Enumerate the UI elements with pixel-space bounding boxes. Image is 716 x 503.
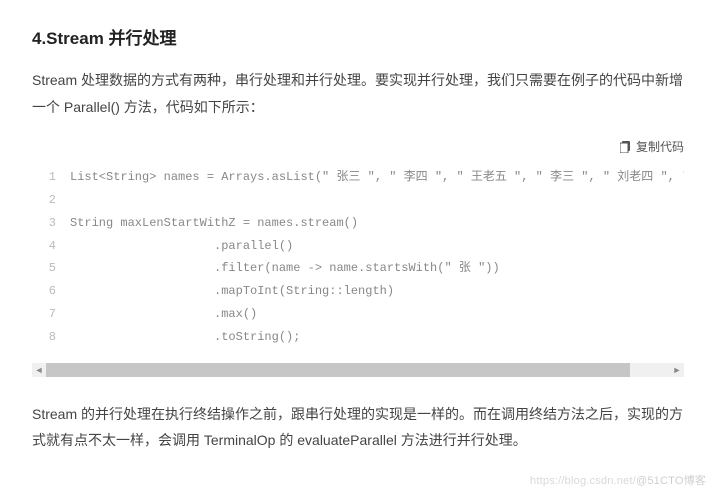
watermark-site: https://blog.csdn.net/ <box>530 475 636 487</box>
watermark: https://blog.csdn.net/@51CTO博客 <box>530 472 706 488</box>
code-line: 5 .filter(name -> name.startsWith(" 张 ")… <box>32 257 684 280</box>
section-heading: 4.Stream 并行处理 <box>32 24 684 49</box>
line-number: 3 <box>32 212 56 235</box>
code-line: 2 <box>32 189 684 212</box>
code-line: 4 .parallel() <box>32 235 684 258</box>
line-number: 2 <box>32 189 56 212</box>
scroll-left-arrow-icon[interactable]: ◄ <box>32 363 46 377</box>
copy-code-button[interactable]: 复制代码 <box>32 138 684 156</box>
line-number: 6 <box>32 280 56 303</box>
code-text: .toString(); <box>70 326 300 349</box>
code-line: 3 String maxLenStartWithZ = names.stream(… <box>32 212 684 235</box>
copy-icon <box>620 141 632 156</box>
outro-paragraph: Stream 的并行处理在执行终结操作之前，跟串行处理的实现是一样的。而在调用终… <box>32 401 684 454</box>
watermark-handle: @51CTO博客 <box>636 475 706 487</box>
line-number: 1 <box>32 166 56 189</box>
scrollbar-thumb[interactable] <box>46 363 630 377</box>
code-line: 1 List<String> names = Arrays.asList(" 张三… <box>32 166 684 189</box>
line-number: 4 <box>32 235 56 258</box>
code-line: 6 .mapToInt(String::length) <box>32 280 684 303</box>
code-text: List<String> names = Arrays.asList(" 张三 … <box>70 166 684 189</box>
intro-paragraph: Stream 处理数据的方式有两种，串行处理和并行处理。要实现并行处理，我们只需… <box>32 67 684 120</box>
horizontal-scrollbar[interactable]: ◄ ► <box>32 363 684 377</box>
code-text: .parallel() <box>70 235 293 258</box>
line-number: 8 <box>32 326 56 349</box>
code-line: 7 .max() <box>32 303 684 326</box>
line-number: 5 <box>32 257 56 280</box>
copy-code-label: 复制代码 <box>636 140 684 154</box>
code-text: .mapToInt(String::length) <box>70 280 394 303</box>
code-block: 1 List<String> names = Arrays.asList(" 张三… <box>32 160 684 348</box>
scroll-right-arrow-icon[interactable]: ► <box>670 363 684 377</box>
code-text: .max() <box>70 303 257 326</box>
code-text: .filter(name -> name.startsWith(" 张 ")) <box>70 257 500 280</box>
code-line: 8 .toString(); <box>32 326 684 349</box>
line-number: 7 <box>32 303 56 326</box>
code-text: String maxLenStartWithZ = names.stream() <box>70 212 358 235</box>
